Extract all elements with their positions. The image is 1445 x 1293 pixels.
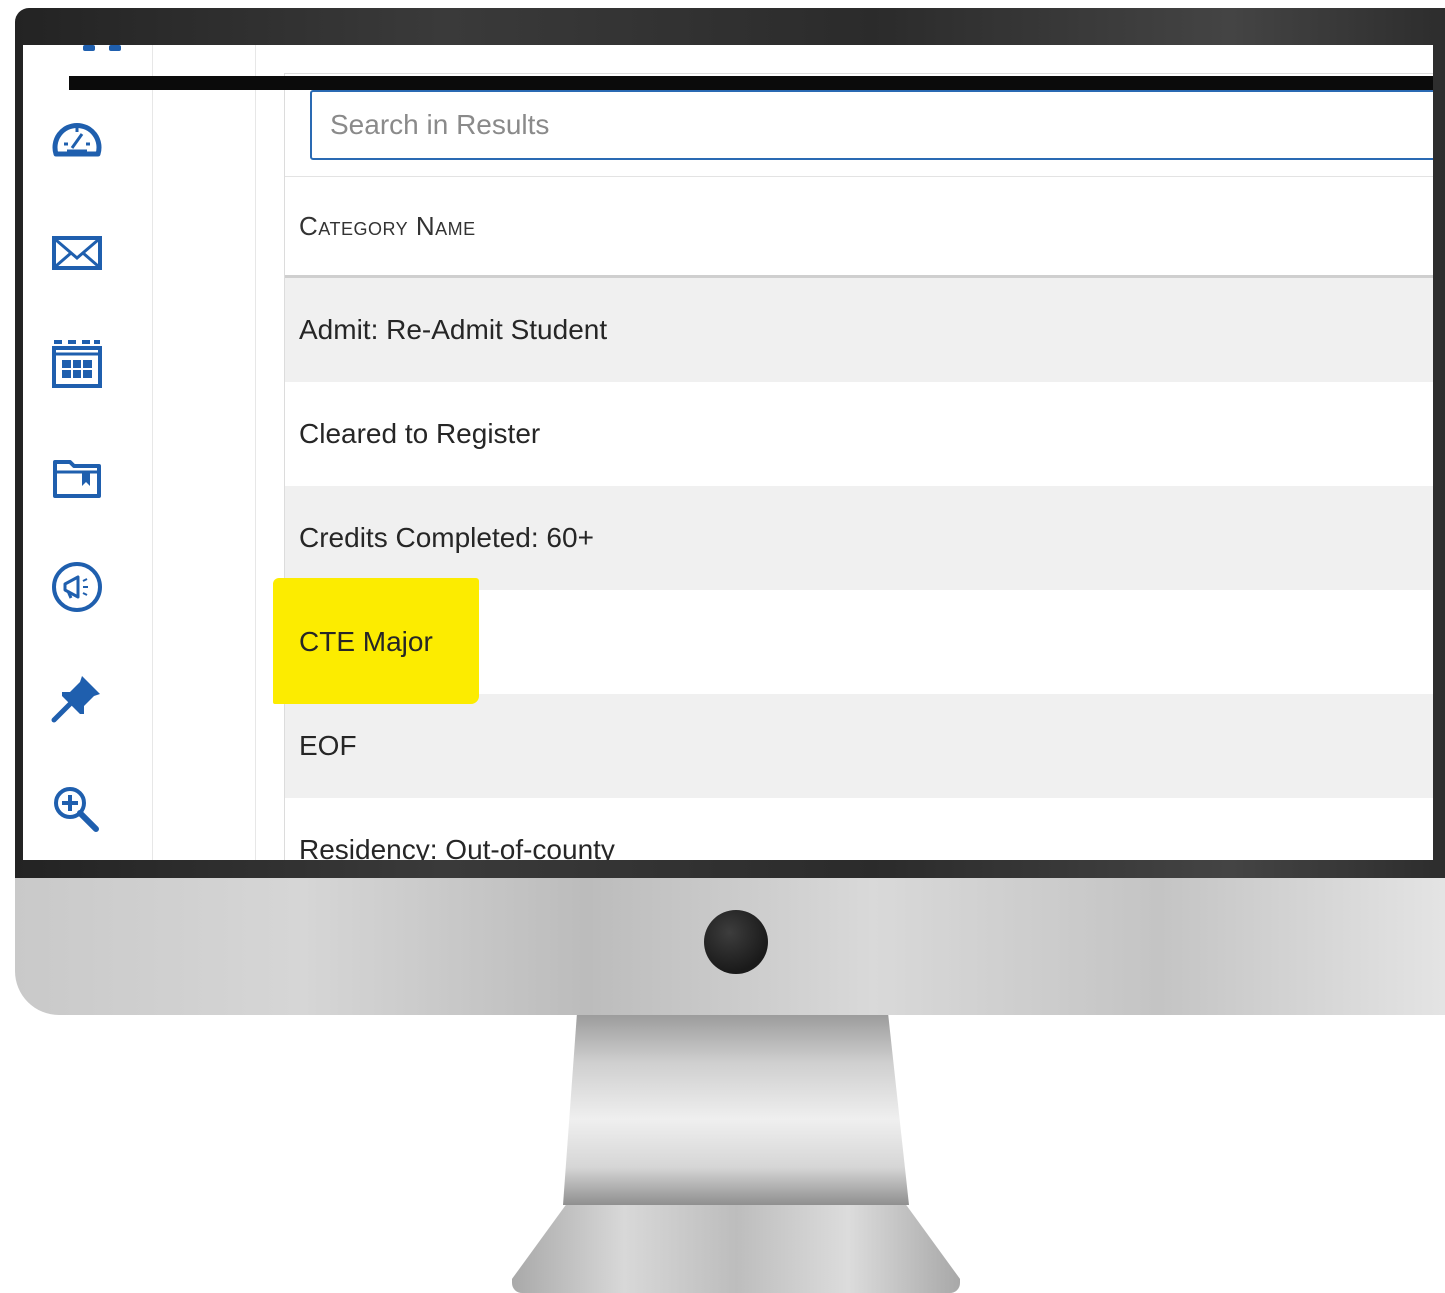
sidebar-nav <box>23 45 153 860</box>
category-list: Admit: Re-Admit Student Cleared to Regis… <box>273 278 1433 860</box>
search-container <box>310 90 1433 160</box>
pin-icon[interactable] <box>50 672 104 726</box>
zoom-in-icon[interactable] <box>50 783 104 837</box>
dashboard-icon[interactable] <box>50 114 104 168</box>
row-label: Credits Completed: 60+ <box>299 522 594 553</box>
row-label: CTE Major <box>299 626 433 657</box>
table-row[interactable]: Admit: Re-Admit Student <box>285 278 1433 382</box>
calendar-icon[interactable] <box>50 336 104 390</box>
partial-top-icon <box>83 45 121 51</box>
row-label: Cleared to Register <box>299 418 541 449</box>
monitor-stand-base <box>512 1205 960 1293</box>
monitor-logo-dot <box>704 910 768 974</box>
folder-icon[interactable] <box>50 450 104 504</box>
column-header-category-name: Category Name <box>299 210 476 241</box>
table-header[interactable]: Category Name <box>285 176 1433 278</box>
megaphone-icon[interactable] <box>50 560 104 614</box>
search-input[interactable] <box>310 90 1433 160</box>
mail-icon[interactable] <box>50 226 104 280</box>
screen-top-bar <box>69 76 1433 90</box>
table-row[interactable]: EOF <box>285 694 1433 798</box>
monitor-stand-neck <box>563 1015 909 1205</box>
table-row-highlighted[interactable]: CTE Major <box>273 578 1433 704</box>
table-row[interactable]: Credits Completed: 60+ <box>285 486 1433 590</box>
table-row[interactable]: Cleared to Register <box>285 382 1433 486</box>
results-panel: Category Name Admit: Re-Admit Student Cl… <box>273 73 1433 860</box>
screen: Category Name Admit: Re-Admit Student Cl… <box>23 45 1433 860</box>
row-label: Residency: Out-of-county <box>299 834 615 860</box>
sidebar-secondary-column <box>153 45 256 860</box>
table-row[interactable]: Residency: Out-of-county <box>285 798 1433 860</box>
row-label: EOF <box>299 730 357 761</box>
row-label: Admit: Re-Admit Student <box>299 314 608 345</box>
